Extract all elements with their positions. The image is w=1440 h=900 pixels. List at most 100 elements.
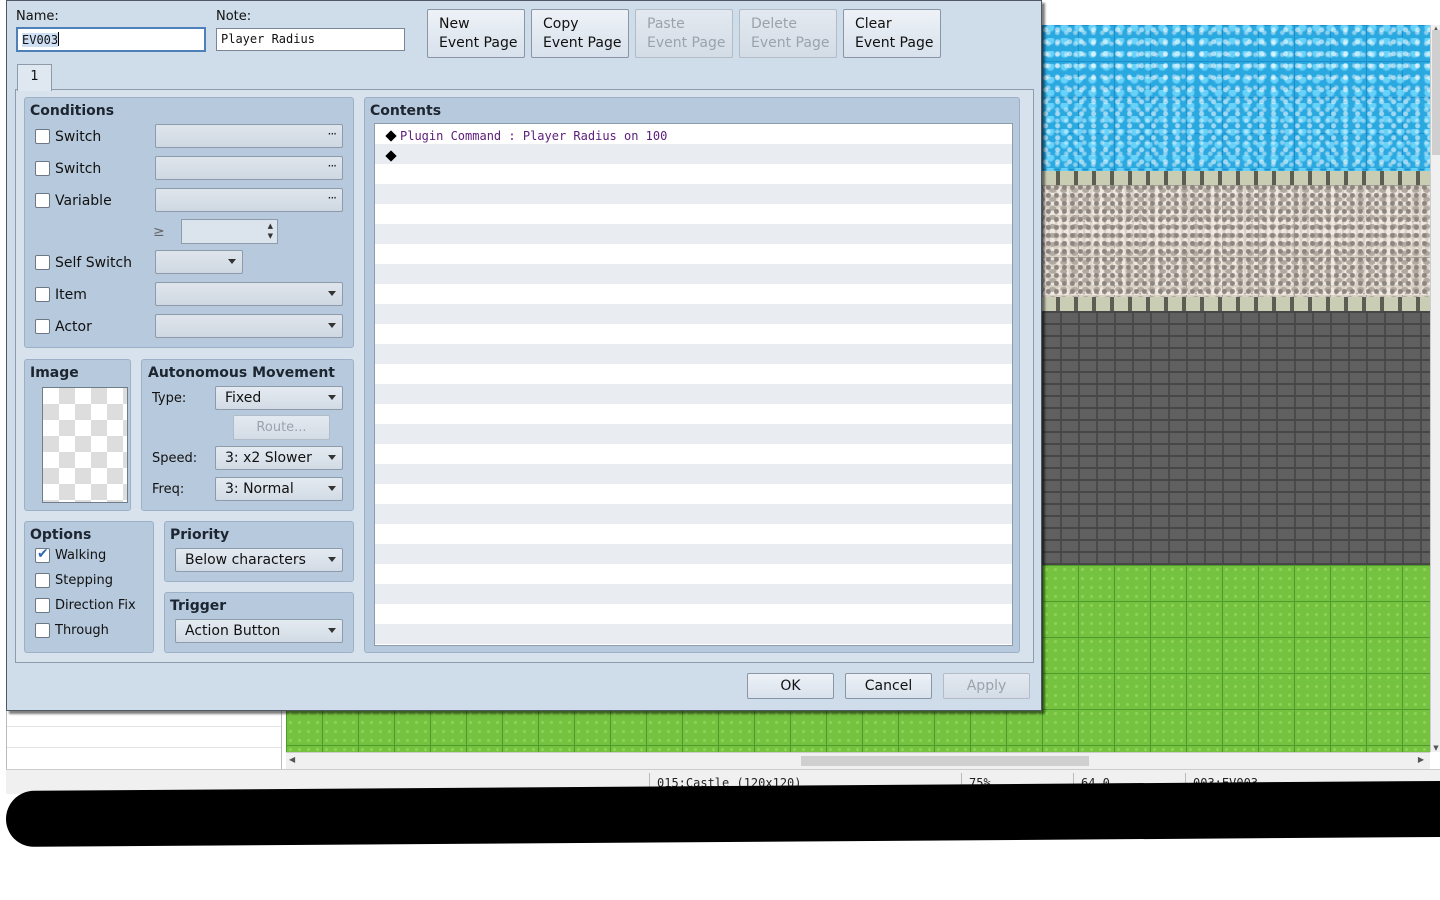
image-title: Image: [30, 365, 79, 381]
clear-event-page-button[interactable]: Clear Event Page: [843, 9, 941, 58]
direction-fix-checkbox[interactable]: [35, 598, 50, 613]
item-label: Item: [55, 287, 87, 303]
button-label-line2: Event Page: [543, 35, 622, 51]
dropdown-value: 3: x2 Slower: [225, 450, 312, 466]
switch1-checkbox[interactable]: [35, 129, 50, 144]
redaction-bar: [6, 780, 1440, 848]
spin-up-icon[interactable]: ▲: [268, 222, 273, 230]
direction-fix-label: Direction Fix: [55, 598, 136, 613]
dropdown-value: Fixed: [225, 390, 262, 406]
name-label: Name:: [16, 9, 59, 24]
dropdown-value: 3: Normal: [225, 481, 294, 497]
button-label-line2: Event Page: [439, 35, 518, 51]
conditions-title: Conditions: [30, 103, 115, 119]
name-input[interactable]: EV003: [16, 27, 206, 52]
ellipsis-icon: ···: [327, 191, 338, 205]
chevron-down-icon: [328, 291, 336, 296]
through-checkbox[interactable]: [35, 623, 50, 638]
command-separator: :: [501, 129, 523, 143]
chevron-down-icon: [328, 455, 336, 460]
list-item[interactable]: [7, 727, 281, 748]
button-label-line2: Event Page: [855, 35, 934, 51]
copy-event-page-button[interactable]: Copy Event Page: [531, 9, 629, 58]
variable-label: Variable: [55, 193, 112, 209]
switch1-selector[interactable]: ···: [155, 124, 343, 148]
item-checkbox[interactable]: [35, 287, 50, 302]
walking-label: Walking: [55, 548, 107, 563]
self-switch-checkbox[interactable]: [35, 255, 50, 270]
chevron-down-icon: [328, 486, 336, 491]
scroll-right-icon[interactable]: ▶: [1418, 755, 1424, 764]
command-row[interactable]: Plugin Command : Player Radius on 100: [385, 126, 668, 146]
switch2-checkbox[interactable]: [35, 161, 50, 176]
through-label: Through: [55, 623, 109, 638]
self-switch-label: Self Switch: [55, 255, 133, 271]
note-label: Note:: [216, 9, 252, 24]
scroll-thumb[interactable]: [801, 756, 1089, 766]
new-event-page-button[interactable]: New Event Page: [427, 9, 525, 58]
actor-label: Actor: [55, 319, 92, 335]
button-label-line1: Paste: [647, 16, 685, 32]
dropdown-value: Below characters: [185, 552, 306, 568]
paste-event-page-button[interactable]: Paste Event Page: [635, 9, 733, 58]
name-input-selected-text: EV003: [22, 33, 59, 47]
contents-title: Contents: [370, 103, 442, 119]
scroll-thumb[interactable]: [1432, 30, 1440, 155]
button-label-line2: Event Page: [751, 35, 830, 51]
freq-label: Freq:: [152, 482, 185, 497]
map-list-panel[interactable]: [6, 705, 282, 770]
autonomous-movement-title: Autonomous Movement: [148, 365, 335, 381]
button-label-line2: Event Page: [647, 35, 726, 51]
chevron-down-icon: [328, 323, 336, 328]
apply-button[interactable]: Apply: [943, 673, 1030, 699]
actor-checkbox[interactable]: [35, 319, 50, 334]
button-label-line1: Delete: [751, 16, 797, 32]
note-input[interactable]: Player Radius: [216, 28, 405, 51]
variable-selector[interactable]: ···: [155, 188, 343, 212]
scroll-down-icon[interactable]: ▼: [1431, 744, 1440, 752]
empty-command-row[interactable]: [385, 146, 400, 166]
ok-button[interactable]: OK: [747, 673, 834, 699]
self-switch-dropdown[interactable]: [155, 250, 243, 274]
event-editor-dialog: Name: EV003 Note: Player Radius New Even…: [6, 0, 1042, 711]
cancel-button[interactable]: Cancel: [845, 673, 932, 699]
button-label-line1: New: [439, 16, 470, 32]
options-title: Options: [30, 527, 92, 543]
type-label: Type:: [152, 391, 187, 406]
movement-freq-dropdown[interactable]: 3: Normal: [215, 477, 343, 501]
button-label-line1: Copy: [543, 16, 579, 32]
chevron-down-icon: [328, 557, 336, 562]
event-image-preview[interactable]: [42, 387, 128, 503]
scroll-left-icon[interactable]: ◀: [289, 755, 295, 764]
movement-speed-dropdown[interactable]: 3: x2 Slower: [215, 446, 343, 470]
switch2-label: Switch: [55, 161, 102, 177]
map-horizontal-scrollbar[interactable]: ◀ ▶: [286, 752, 1430, 769]
map-vertical-scrollbar[interactable]: ▲ ▼: [1430, 25, 1440, 752]
movement-type-dropdown[interactable]: Fixed: [215, 386, 343, 410]
text-caret: [58, 32, 60, 46]
spin-down-icon[interactable]: ▼: [268, 232, 273, 240]
switch2-selector[interactable]: ···: [155, 156, 343, 180]
variable-value-spinner[interactable]: ▲ ▼: [181, 219, 278, 244]
variable-checkbox[interactable]: [35, 193, 50, 208]
route-button[interactable]: Route...: [233, 415, 330, 440]
command-args: Player Radius on 100: [522, 129, 668, 143]
command-bullet-icon: [385, 150, 397, 162]
delete-event-page-button[interactable]: Delete Event Page: [739, 9, 837, 58]
walking-checkbox[interactable]: [35, 546, 50, 563]
switch1-label: Switch: [55, 129, 102, 145]
chevron-down-icon: [328, 628, 336, 633]
tab-page-1[interactable]: 1: [17, 64, 52, 91]
item-dropdown[interactable]: [155, 282, 343, 306]
priority-dropdown[interactable]: Below characters: [175, 548, 343, 572]
gte-symbol: ≥: [153, 224, 165, 240]
chevron-down-icon: [328, 395, 336, 400]
event-command-list[interactable]: Plugin Command : Player Radius on 100: [374, 123, 1013, 646]
actor-dropdown[interactable]: [155, 314, 343, 338]
stepping-checkbox[interactable]: [35, 573, 50, 588]
dropdown-value: Action Button: [185, 623, 281, 639]
priority-title: Priority: [170, 527, 230, 543]
trigger-dropdown[interactable]: Action Button: [175, 619, 343, 643]
command-name: Plugin Command: [400, 129, 502, 143]
stepping-label: Stepping: [55, 573, 113, 588]
